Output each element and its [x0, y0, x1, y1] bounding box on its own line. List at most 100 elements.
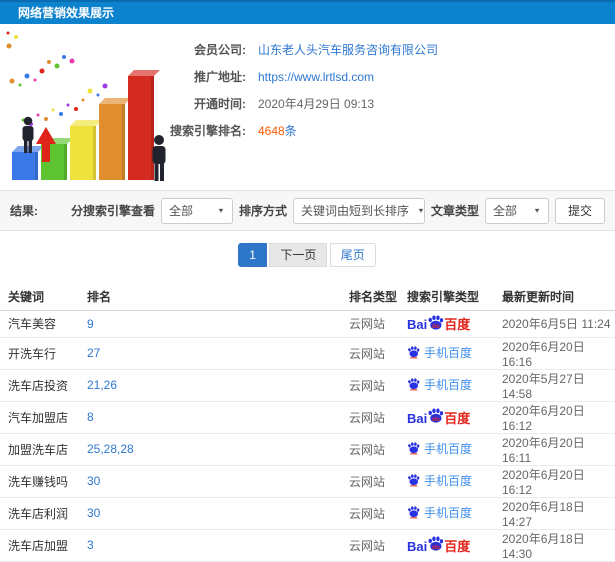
filter-bar: 结果: 分搜索引擎查看 全部 ▼ 排序方式 关键词由短到长排序 ▼ 文章类型 全…: [0, 190, 615, 231]
info-label: 搜索引擎排名:: [170, 124, 246, 138]
article-type-select[interactable]: 全部 ▼: [484, 197, 549, 224]
page-next-button[interactable]: 下一页: [269, 243, 328, 267]
page-current-button[interactable]: 1: [238, 243, 267, 267]
baidu-logo: Bai du 百度: [407, 408, 470, 426]
search-rank-value: 4648: [258, 123, 285, 138]
rank-cell: 9: [85, 310, 347, 338]
engine-cell: 手机百度: [405, 465, 500, 498]
baidu-bai-text: Bai: [407, 317, 428, 333]
table-row: 加盟洗车店 25,28,28 云网站 手机百度 2020年6月20日 16:11: [0, 433, 615, 466]
rank-type-cell: 云网站: [347, 465, 405, 498]
pagination: 1 下一页 尾页: [0, 231, 615, 277]
article-type-label: 文章类型: [430, 204, 479, 218]
baidu-paw-icon: [408, 442, 420, 455]
result-label: 结果:: [10, 204, 38, 218]
engine-cell: 手机百度: [405, 433, 500, 466]
keyword-cell: 开洗车行: [0, 337, 85, 370]
promo-url-link[interactable]: https://www.lrtlsd.com: [258, 70, 374, 84]
rank-link[interactable]: 3: [87, 538, 94, 552]
baidu-paw-icon: du: [428, 408, 444, 423]
info-section: 会员公司: 山东老人头汽车服务咨询有限公司 推广地址: https://www.lrt…: [0, 24, 615, 190]
rank-type-cell: 云网站: [347, 337, 405, 370]
updated-cell: 2020年6月18日 14:27: [500, 497, 615, 530]
info-row: 推广地址: https://www.lrtlsd.com: [158, 63, 588, 90]
rank-link[interactable]: 30: [87, 474, 100, 488]
baidu-bai-text: Bai: [407, 410, 428, 426]
info-row: 开通时间: 2020年4月29日 09:13: [158, 90, 588, 117]
svg-text:du: du: [432, 544, 440, 551]
rank-type-cell: 云网站: [347, 310, 405, 338]
mobile-baidu-label: 手机百度: [424, 378, 473, 393]
table-header-cell: 排名类型: [347, 283, 405, 311]
engine-select[interactable]: 全部 ▼: [160, 197, 233, 224]
bar-chart-illustration: [2, 30, 177, 185]
engine-cell: 手机百度: [405, 337, 500, 370]
chevron-down-icon: ▼: [416, 206, 425, 215]
engine-cell: Bai du 百度: [405, 529, 500, 562]
chevron-down-icon: ▼: [533, 206, 541, 215]
rank-cell: 8: [85, 401, 347, 434]
submit-button[interactable]: 提交: [554, 197, 605, 224]
info-label: 推广地址:: [194, 70, 246, 84]
rank-type-cell: 云网站: [347, 497, 405, 530]
baidu-paw-icon: [408, 474, 420, 487]
rank-type-cell: 云网站: [347, 369, 405, 402]
baidu-logo: Bai du 百度: [407, 536, 471, 554]
mobile-baidu-label: 手机百度: [424, 474, 473, 489]
info-row: 搜索引擎排名: 4648 条: [158, 117, 588, 144]
table-row: 汽车美容 9 云网站 Bai du 百度 2020年6月5日 11:24: [0, 310, 615, 338]
baidu-cn-text: 百度: [444, 538, 471, 554]
app-root: 网络营销效果展示 会员公司: 山东老人头汽车服务咨询有限公司 推广地址: https:…: [0, 0, 615, 562]
rank-type-cell: 云网站: [347, 401, 405, 434]
keyword-cell: 汽车美容: [0, 310, 85, 338]
table-row: 洗车店加盟 3 云网站 Bai du 百度 2020年6月18日 14:30: [0, 529, 615, 562]
table-row: 洗车店利润 30 云网站 手机百度 2020年6月18日 14:27: [0, 497, 615, 530]
sort-select[interactable]: 关键词由短到长排序 ▼: [292, 197, 425, 224]
rank-type-cell: 云网站: [347, 433, 405, 466]
rank-link[interactable]: 27: [87, 346, 100, 360]
mobile-baidu-logo: 手机百度: [407, 504, 472, 521]
baidu-paw-icon: du: [428, 315, 444, 330]
company-info: 会员公司: 山东老人头汽车服务咨询有限公司 推广地址: https://www.lrt…: [158, 36, 588, 144]
rank-link[interactable]: 30: [87, 506, 100, 520]
baidu-paw-icon: du: [428, 536, 444, 551]
rank-link[interactable]: 9: [87, 317, 94, 331]
page-title: 网络营销效果展示: [18, 6, 115, 20]
keyword-cell: 洗车店利润: [0, 497, 85, 530]
keyword-cell: 洗车赚钱吗: [0, 465, 85, 498]
baidu-bai-text: Bai: [407, 538, 428, 554]
rank-cell: 3: [85, 529, 347, 562]
engine-select-value: 全部: [168, 204, 193, 218]
table-header-cell: 关键词: [0, 283, 85, 311]
updated-cell: 2020年6月5日 11:24: [500, 310, 615, 338]
page-last-button[interactable]: 尾页: [329, 243, 376, 267]
keyword-cell: 汽车加盟店: [0, 401, 85, 434]
rank-cell: 21,26: [85, 369, 347, 402]
engine-cell: Bai du 百度: [405, 310, 500, 338]
svg-text:du: du: [432, 416, 440, 423]
info-label: 会员公司:: [194, 43, 246, 57]
baidu-cn-text: 百度: [444, 317, 471, 333]
rank-unit-label: 条: [284, 124, 297, 138]
mobile-baidu-label: 手机百度: [424, 442, 473, 457]
rank-link[interactable]: 21,26: [87, 378, 117, 392]
rank-link[interactable]: 25,28,28: [87, 442, 134, 456]
rank-cell: 27: [85, 337, 347, 370]
bar-chart-graphic: [6, 31, 166, 181]
member-company-link[interactable]: 山东老人头汽车服务咨询有限公司: [258, 41, 438, 58]
rank-cell: 25,28,28: [85, 433, 347, 466]
sort-filter-label: 排序方式: [238, 204, 287, 218]
updated-cell: 2020年6月20日 16:12: [500, 401, 615, 434]
table-row: 汽车加盟店 8 云网站 Bai du 百度 2020年6月20日 16:12: [0, 401, 615, 434]
table-header-row: 关键词 排名 排名类型 搜索引擎类型 最新更新时间: [0, 283, 615, 311]
table-header-cell: 排名: [85, 283, 347, 311]
baidu-logo: Bai du 百度: [407, 315, 470, 331]
engine-cell: 手机百度: [405, 497, 500, 530]
updated-cell: 2020年6月20日 16:11: [500, 433, 615, 466]
svg-text:du: du: [432, 323, 440, 330]
rank-link[interactable]: 8: [87, 410, 94, 424]
rank-cell: 30: [85, 465, 347, 498]
engine-cell: Bai du 百度: [405, 401, 500, 434]
chevron-down-icon: ▼: [217, 206, 225, 215]
baidu-paw-icon: [408, 378, 420, 391]
